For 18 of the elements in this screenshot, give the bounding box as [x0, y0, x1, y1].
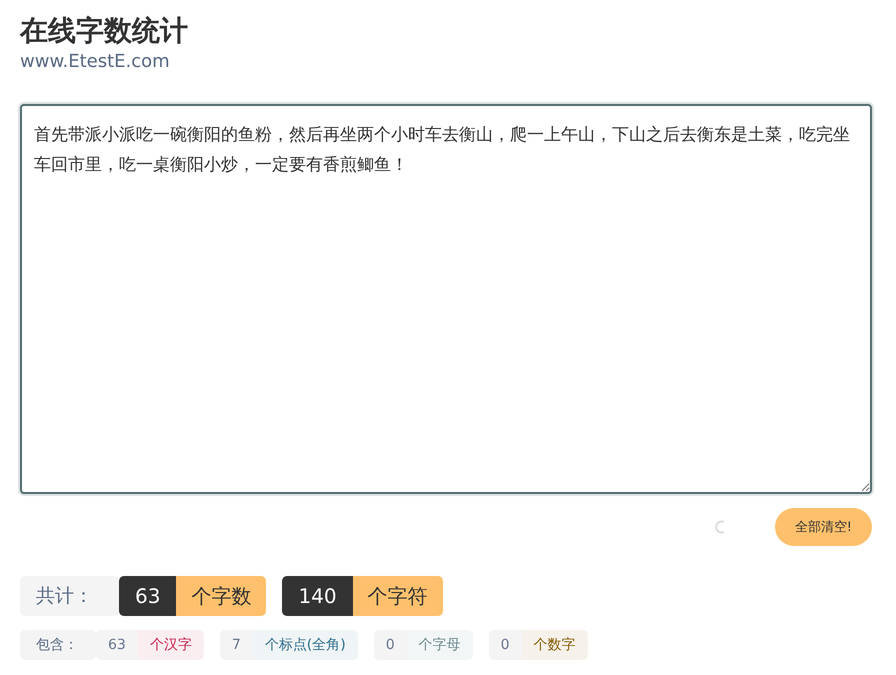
breakdown-count: 7 [220, 630, 253, 660]
breakdown-unit: 个汉字 [138, 630, 204, 660]
total-unit: 个字数 [176, 576, 266, 616]
breakdown-unit: 个字母 [406, 630, 473, 660]
breakdown-count: 0 [374, 630, 407, 660]
total-unit: 个字符 [352, 576, 443, 616]
site-url: www.EtestE.com [20, 50, 171, 74]
breakdown-count: 63 [96, 630, 138, 660]
breakdown-unit: 个标点(全角) [252, 630, 358, 660]
total-count: 140 [282, 576, 353, 616]
total-count: 63 [119, 576, 176, 616]
page-title: 在线字数统计 [20, 13, 189, 49]
breakdown-unit: 个数字 [522, 630, 588, 660]
breakdown-count: 0 [488, 630, 522, 660]
text-input-area[interactable]: 首先带派小派吃一碗衡阳的鱼粉，然后再坐两个小时车去衡山，爬一上午山，下山之后去衡东是土菜，吃完坐车回市里，吃一桌衡阳小炒，一定要有香煎鲫鱼！ [20, 104, 872, 494]
clear-all-button[interactable]: 全部清空! [774, 508, 872, 546]
breakdown-label: 包含： [20, 630, 96, 660]
total-label: 共计： [20, 576, 119, 616]
